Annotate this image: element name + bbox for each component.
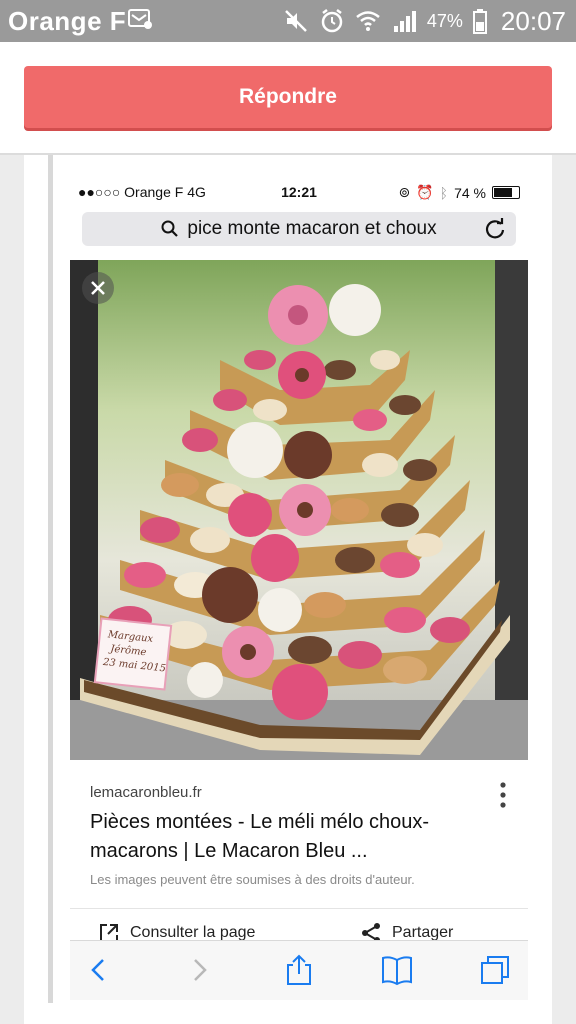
macaron-tower-image[interactable]: Margaux Jérôme 23 mai 2015	[70, 260, 528, 760]
header: Répondre	[0, 42, 576, 154]
ios-status-bar: ●●○○○ Orange F 4G 12:21 ⊚ ⏰ ᛒ 74 %	[70, 182, 528, 206]
ios-battery-icon	[492, 186, 520, 199]
battery-icon	[472, 9, 487, 34]
back-icon[interactable]	[82, 953, 116, 987]
result-source[interactable]: lemacaronbleu.fr	[90, 784, 202, 801]
result-title[interactable]: Pièces montées - Le méli mélo choux-maca…	[90, 808, 490, 866]
forward-icon[interactable]	[182, 953, 216, 987]
reload-icon[interactable]	[484, 218, 506, 240]
copyright-note: Les images peuvent être soumises à des d…	[90, 872, 415, 887]
close-icon[interactable]	[82, 272, 114, 304]
tabs-icon[interactable]	[478, 953, 512, 987]
ios-alarm-icon: ⏰	[416, 184, 434, 200]
ios-lock-rotation-icon: ⊚	[398, 184, 411, 200]
carrier-label: Orange F	[8, 6, 127, 36]
embedded-screenshot[interactable]: ●●○○○ Orange F 4G 12:21 ⊚ ⏰ ᛒ 74 % pice …	[70, 170, 528, 1000]
bookmarks-icon[interactable]	[380, 953, 414, 987]
battery-percent: 47%	[426, 10, 463, 31]
actions-divider	[70, 908, 528, 909]
message-icon	[128, 9, 152, 29]
more-options-icon[interactable]	[498, 780, 508, 810]
search-icon	[161, 220, 179, 237]
share-sheet-icon[interactable]	[282, 953, 316, 987]
ios-status-right: ⊚ ⏰ ᛒ 74 %	[398, 184, 520, 201]
search-query: pice monte macaron et choux	[187, 218, 437, 239]
ios-bluetooth-icon: ᛒ	[439, 184, 449, 201]
status-bar: Orange F 47% 20:07	[0, 0, 576, 42]
mute-icon	[285, 10, 307, 32]
ios-search-bar[interactable]: pice monte macaron et choux	[82, 212, 516, 246]
name-plaque: Margaux Jérôme 23 mai 2015	[93, 617, 173, 691]
quote-bar	[48, 155, 53, 1003]
safari-toolbar	[70, 940, 528, 1000]
wifi-icon	[356, 11, 380, 31]
alarm-icon	[321, 9, 343, 33]
clock: 20:07	[500, 5, 566, 36]
signal-icon	[393, 11, 416, 32]
reply-button[interactable]: Répondre	[24, 66, 552, 128]
ios-battery-percent: 74 %	[454, 184, 486, 201]
